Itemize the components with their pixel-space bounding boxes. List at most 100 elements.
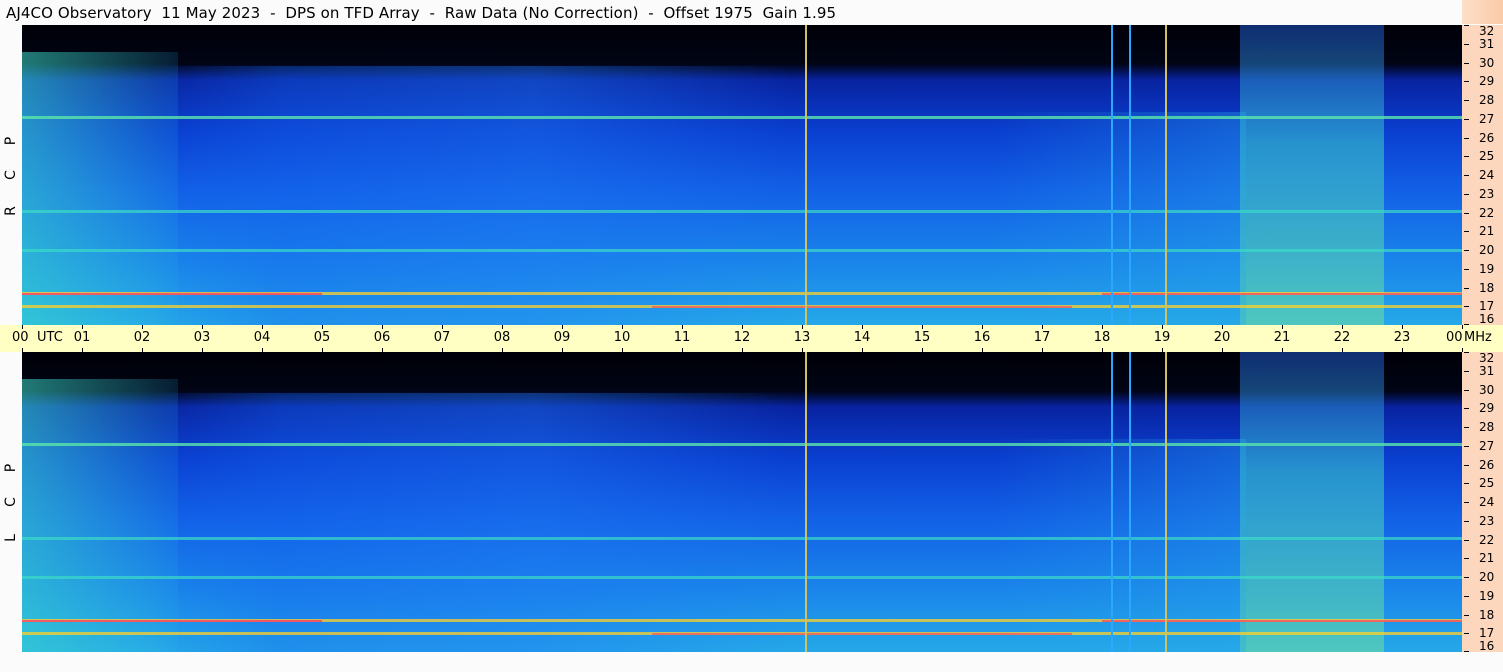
time-tick-label: 14 [853,330,871,345]
freq-tick-label: 23 [1479,186,1495,201]
time-tick [1162,325,1163,329]
freq-tick [1464,408,1469,410]
frequency-axis-rcp: 32 31 30 29 28 27 26 25 24 23 22 21 20 19 18 17 16 [1462,25,1503,325]
time-tick-label: 00 [12,330,29,345]
freq-tick-label: 32 [1479,351,1495,365]
strong-band [22,293,322,296]
time-tick-label: 02 [133,330,151,345]
polarization-label-rcp-p: P [3,136,19,146]
freq-tick [1464,231,1469,233]
time-tick [202,325,203,329]
time-tick-label: 09 [553,330,571,345]
freq-tick-label: 24 [1479,495,1495,509]
time-tick [742,325,743,329]
strong-band [1102,620,1462,623]
time-tick [562,325,563,329]
time-tick-label: 05 [313,330,331,345]
interference-line [1129,352,1131,652]
freq-tick-label: 19 [1479,588,1495,603]
polarization-label-rcp-c: C [3,170,19,180]
carrier-band [22,442,1462,446]
polarization-label-lcp-c: C [3,497,19,507]
time-tick-label: 10 [613,330,631,345]
time-tick [682,325,683,329]
time-tick [82,325,83,329]
freq-tick-label: 21 [1479,224,1495,239]
strong-band [652,306,1072,309]
carrier-band [22,249,1462,252]
time-tick-label: 00 [1446,330,1463,345]
chart-title: AJ4CO Observatory 11 May 2023 - DPS on T… [6,4,837,22]
night-noise-right [1240,25,1384,325]
freq-tick [1464,62,1469,64]
carrier-band [22,115,1462,119]
time-tick [802,325,803,329]
freq-tick-label: 30 [1479,55,1495,70]
time-tick [1222,325,1223,329]
time-tick [142,325,143,329]
time-tick-label: 06 [373,330,391,345]
freq-tick [1464,137,1469,139]
freq-tick [1464,633,1469,635]
interference-line [1165,352,1167,652]
freq-tick [1464,175,1469,176]
spectrogram-lcp [22,352,1462,652]
freq-tick [1464,43,1469,45]
polarization-label-lcp-p: P [3,463,19,473]
freq-tick [1464,651,1469,652]
time-tick-label: 15 [913,330,931,345]
freq-tick-label: 27 [1479,438,1495,453]
frequency-axis-lcp: 32 31 30 29 28 27 26 25 24 23 22 21 20 19 18 17 16 [1462,352,1503,652]
time-tick-label: 21 [1273,330,1291,345]
time-tick-label: 13 [793,330,811,345]
freq-tick-label: 30 [1479,382,1495,397]
time-tick-label: 04 [253,330,271,345]
axis-corner [1462,0,1503,24]
freq-tick [1464,614,1469,616]
interference-line [1111,25,1113,325]
carrier-band [22,576,1462,579]
freq-tick-label: 29 [1479,74,1495,89]
time-tick [922,325,923,329]
daytime-noise-region [154,392,790,652]
time-tick-label: 08 [493,330,511,345]
freq-tick [1464,193,1469,195]
freq-tick [1464,81,1469,83]
strong-band [1102,293,1462,296]
strong-band [652,633,1072,636]
time-tick-label: 11 [673,330,691,345]
freq-tick [1464,156,1469,158]
freq-tick-label: 26 [1479,457,1495,472]
time-tick-label: 22 [1333,330,1351,345]
interference-line [1165,25,1167,325]
time-tick [982,325,983,329]
freq-tick-label: 23 [1479,513,1495,528]
carrier-band [22,536,1462,540]
freq-tick [1464,595,1469,597]
time-tick [322,325,323,329]
freq-tick [1464,212,1469,214]
time-tick [502,325,503,329]
freq-tick [1464,306,1469,308]
freq-tick-label: 21 [1479,551,1495,566]
freq-tick [1464,577,1469,578]
freq-tick-label: 17 [1479,626,1495,641]
freq-tick-label: 20 [1479,570,1495,584]
freq-tick-label: 31 [1479,363,1495,378]
freq-tick [1464,483,1469,485]
freq-tick-label: 25 [1479,149,1495,164]
freq-tick [1464,352,1469,353]
interference-line [1129,25,1131,325]
time-tick-label: 18 [1093,330,1111,345]
time-tick [262,325,263,329]
time-tick-label: 07 [433,330,451,345]
freq-tick-label: 22 [1479,205,1495,220]
time-tick [1282,325,1283,329]
strong-band [22,620,322,623]
freq-tick [1464,100,1469,101]
interference-line [805,25,807,325]
night-noise-right [1240,352,1384,652]
time-tick-label: 01 [73,330,91,345]
freq-tick [1464,558,1469,560]
freq-tick-label: 19 [1479,261,1495,276]
